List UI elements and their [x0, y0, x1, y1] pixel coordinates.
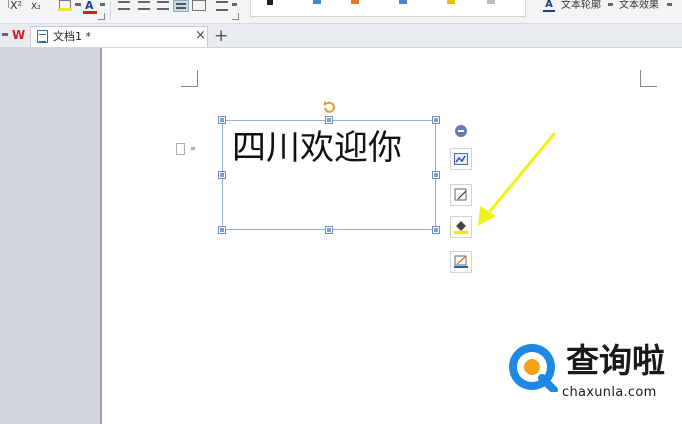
resize-handle-bottom[interactable] [325, 226, 333, 234]
ribbon-separator [110, 1, 111, 19]
resize-handle-left[interactable] [218, 171, 226, 179]
tab-document1[interactable]: 文档1 * × [30, 26, 208, 47]
style-preview-orange-icon[interactable] [351, 0, 359, 4]
align-right-icon[interactable] [157, 1, 169, 10]
subscript-button[interactable]: X₂ [31, 1, 41, 13]
layout-options-icon [454, 153, 468, 165]
justify-icon[interactable] [173, 0, 189, 12]
resize-handle-top-right[interactable] [432, 116, 440, 124]
text-outline-dropdown-icon[interactable] [608, 3, 613, 10]
text-outline-icon[interactable]: A [543, 0, 555, 12]
resize-handle-bottom-left[interactable] [218, 226, 226, 234]
text-effect-button[interactable]: 文本效果 [619, 0, 659, 12]
style-preview-yellow-icon[interactable] [447, 0, 455, 4]
outline-button[interactable] [450, 251, 472, 273]
watermark-logo-icon [509, 344, 558, 392]
highlight-icon[interactable] [58, 0, 72, 11]
align-left-icon[interactable] [118, 1, 130, 10]
text-box-content[interactable]: 四川欢迎你 [232, 126, 402, 170]
font-color-dropdown-icon[interactable] [100, 3, 105, 10]
watermark-domain: chaxunla.com [562, 385, 657, 400]
ribbon-toolbar: X² X₂ A A 文本轮廓 文本效果 [0, 0, 682, 24]
rotate-handle-icon[interactable] [322, 100, 336, 114]
watermark: 查询啦 chaxunla.com [506, 338, 682, 408]
close-tab-button[interactable]: × [195, 28, 206, 44]
ribbon-dropdown-stub[interactable] [2, 0, 9, 8]
style-preview-gray-icon[interactable] [487, 0, 495, 4]
document-file-icon [37, 30, 48, 43]
layout-options-button[interactable] [450, 148, 472, 170]
style-preview-blue-icon[interactable] [313, 0, 321, 4]
font-dialog-launcher-icon[interactable] [98, 13, 105, 20]
resize-handle-right[interactable] [432, 171, 440, 179]
line-spacing-dropdown-icon[interactable] [232, 3, 237, 10]
highlight-dropdown-icon[interactable] [75, 3, 81, 10]
text-outline-button[interactable]: 文本轮廓 [561, 0, 601, 12]
fill-icon [454, 221, 468, 234]
shape-style-icon [454, 188, 467, 201]
style-preview-blue2-icon[interactable] [399, 0, 407, 4]
shape-style-button[interactable] [450, 184, 472, 206]
line-spacing-icon[interactable] [216, 1, 228, 11]
font-color-bar [83, 11, 97, 14]
resize-handle-bottom-right[interactable] [432, 226, 440, 234]
paragraph-layout-dropdown-icon[interactable] [191, 147, 195, 153]
crop-mark-top-right [640, 70, 657, 87]
tab-menu-dropdown-icon[interactable] [2, 33, 8, 40]
align-center-icon[interactable] [138, 1, 150, 10]
style-preview-black-icon[interactable] [267, 0, 273, 5]
collapse-icon[interactable] [455, 125, 467, 137]
new-tab-button[interactable]: + [214, 27, 228, 45]
crop-mark-top-left [181, 70, 198, 87]
superscript-button[interactable]: X² [10, 0, 22, 12]
fill-button[interactable] [450, 216, 472, 238]
distributed-align-icon[interactable] [192, 0, 206, 11]
paragraph-layout-icon[interactable] [176, 143, 185, 155]
text-style-gallery[interactable] [250, 0, 526, 17]
annotation-arrow-icon [478, 132, 556, 226]
outline-icon [454, 255, 468, 268]
resize-handle-top-left[interactable] [218, 116, 226, 124]
text-effect-dropdown-icon[interactable] [667, 3, 672, 10]
tab-title: 文档1 * [53, 30, 91, 43]
wps-logo-icon[interactable]: W [12, 29, 25, 42]
watermark-site-name: 查询啦 [566, 341, 665, 380]
paragraph-dialog-launcher-icon[interactable] [232, 13, 239, 20]
resize-handle-top[interactable] [325, 116, 333, 124]
